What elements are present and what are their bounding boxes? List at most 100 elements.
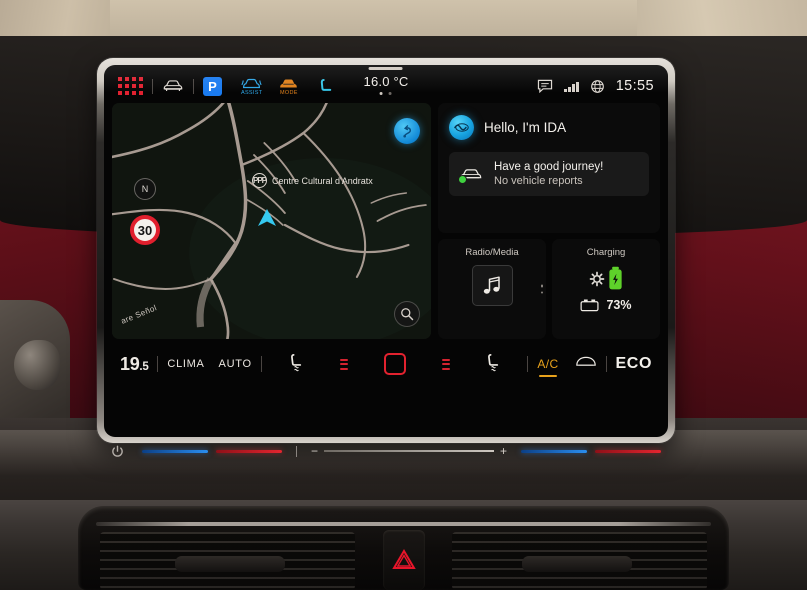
- screen-handle-bar[interactable]: [369, 67, 403, 70]
- driver-temp-dec: .5: [139, 360, 149, 373]
- volume-plus[interactable]: +: [500, 444, 507, 458]
- status-bar-right: 15:55: [537, 78, 654, 94]
- map-compass-button[interactable]: N: [134, 178, 156, 200]
- speed-limit-value: 30: [137, 222, 153, 238]
- map-search-button[interactable]: [394, 301, 420, 327]
- status-divider-2: [193, 78, 194, 94]
- infotainment-screen-unit: P ASSIST MODE 16.0 °C 15:55 PPP Centre C…: [97, 58, 675, 443]
- climate-bar: 19.5 CLIMA AUTO A/C ECO: [112, 347, 660, 381]
- hazard-warning-button[interactable]: [382, 530, 425, 590]
- clock: 15:55: [615, 78, 654, 94]
- media-tile[interactable]: Radio/Media: [438, 239, 546, 339]
- screen-bezel: P ASSIST MODE 16.0 °C 15:55 PPP Centre C…: [97, 58, 675, 443]
- media-album-art[interactable]: [471, 265, 513, 306]
- tile-row: Radio/Media Charging 73%: [438, 239, 660, 339]
- travel-assist-button[interactable]: ASSIST: [241, 77, 262, 96]
- climate-divider-2: [260, 356, 262, 372]
- ida-message-line2: No vehicle reports: [494, 175, 583, 187]
- seat-heating-icon: [487, 353, 498, 371]
- seat-heating-left-button[interactable]: [287, 352, 306, 377]
- slider-separator: [296, 445, 297, 457]
- message-bubble-icon[interactable]: [537, 79, 553, 93]
- parking-brake-button[interactable]: P: [203, 76, 222, 96]
- charging-tile-title: Charging: [586, 247, 626, 258]
- ida-message[interactable]: Have a good journey! No vehicle reports: [449, 152, 649, 196]
- music-note-icon: [483, 276, 500, 294]
- map-poi-label: Centre Cultural d'Andratx: [272, 175, 373, 186]
- ida-message-line1: Have a good journey!: [494, 161, 604, 173]
- hazard-warning-icon: [391, 549, 416, 569]
- status-ok-dot: [458, 174, 467, 184]
- ida-voice-orb-icon[interactable]: [449, 115, 474, 140]
- vehicle-position-arrow: [256, 208, 278, 233]
- compass-label: N: [141, 184, 149, 194]
- climate-divider-3: [527, 356, 529, 372]
- parking-poi-icon: PPP: [252, 173, 267, 188]
- temp-slider-right-warm[interactable]: [595, 449, 661, 453]
- seat-heating-right-button[interactable]: [484, 352, 503, 377]
- speed-limit-sign: 30: [130, 215, 160, 245]
- gear-icon: [589, 271, 604, 286]
- driver-temp-int: 19: [120, 353, 140, 374]
- map-card[interactable]: PPP Centre Cultural d'Andratx are Señol …: [112, 103, 431, 339]
- ida-assistant-card[interactable]: Hello, I'm IDA Have a good journey! No v…: [438, 103, 660, 233]
- signal-bars-icon: [564, 81, 579, 92]
- media-tile-title: Radio/Media: [465, 247, 519, 258]
- map-poi[interactable]: PPP Centre Cultural d'Andratx: [252, 173, 373, 188]
- car-front-icon[interactable]: [162, 79, 184, 93]
- vent-knob-right[interactable]: [522, 556, 632, 572]
- defrost-button[interactable]: [575, 355, 597, 373]
- temp-slider-left-warm[interactable]: [216, 449, 282, 453]
- power-icon[interactable]: [111, 445, 124, 458]
- battery-charging-icon: [608, 266, 622, 290]
- tile-pager[interactable]: [540, 284, 543, 294]
- ida-title: Hello, I'm IDA: [484, 120, 567, 135]
- climate-divider-4: [605, 356, 607, 372]
- battery-level: 73%: [606, 298, 632, 312]
- vent-knob-left[interactable]: [175, 556, 285, 572]
- status-bar: P ASSIST MODE 16.0 °C 15:55: [104, 67, 668, 103]
- mode-label: MODE: [280, 89, 298, 96]
- seat-heating-icon: [290, 353, 301, 371]
- ac-button[interactable]: A/C: [537, 357, 559, 377]
- door-knob[interactable]: [14, 340, 60, 390]
- car-status-icon: [458, 166, 483, 184]
- charging-status: [589, 266, 624, 291]
- globe-icon[interactable]: [590, 79, 605, 94]
- volume-minus[interactable]: −: [311, 444, 318, 458]
- outside-temperature: 16.0 °C: [363, 73, 409, 89]
- charging-tile[interactable]: Charging 73%: [552, 239, 660, 339]
- volume-slider[interactable]: [324, 450, 494, 452]
- route-icon: [402, 124, 411, 137]
- vent-chrome-trim: [96, 522, 711, 526]
- driver-temperature[interactable]: 19.5: [120, 353, 149, 375]
- fan-level-left[interactable]: [339, 358, 348, 370]
- screen-display[interactable]: P ASSIST MODE 16.0 °C 15:55 PPP Centre C…: [104, 65, 668, 437]
- temp-slider-right-cold[interactable]: [521, 449, 587, 453]
- battery-level-row: 73%: [580, 298, 632, 312]
- clima-button[interactable]: CLIMA: [167, 358, 204, 370]
- climate-divider-1: [157, 356, 159, 372]
- seat-icon[interactable]: [319, 78, 334, 95]
- eco-button[interactable]: ECO: [616, 355, 652, 373]
- assist-icon: [241, 78, 262, 88]
- ac-active-underline: [539, 375, 557, 377]
- outside-temperature-block: 16.0 °C: [364, 67, 409, 95]
- app-grid-icon[interactable]: [118, 77, 143, 95]
- battery-level-icon: [581, 299, 600, 312]
- windscreen-defrost-icon: [575, 356, 596, 366]
- auto-button[interactable]: AUTO: [219, 358, 252, 370]
- temp-slider-left-cold[interactable]: [142, 449, 208, 453]
- search-icon: [401, 308, 414, 321]
- assist-label: ASSIST: [241, 89, 263, 96]
- route-button[interactable]: [394, 118, 420, 144]
- home-content: PPP Centre Cultural d'Andratx are Señol …: [112, 103, 660, 339]
- fan-level-right[interactable]: [441, 358, 450, 370]
- ida-header: Hello, I'm IDA: [449, 115, 649, 140]
- home-square-icon[interactable]: [383, 353, 406, 375]
- page-dots[interactable]: [380, 91, 392, 95]
- right-column: Hello, I'm IDA Have a good journey! No v…: [438, 103, 660, 339]
- ac-label: A/C: [537, 357, 559, 371]
- drive-mode-icon: [280, 78, 298, 87]
- drive-mode-button[interactable]: MODE: [278, 77, 299, 96]
